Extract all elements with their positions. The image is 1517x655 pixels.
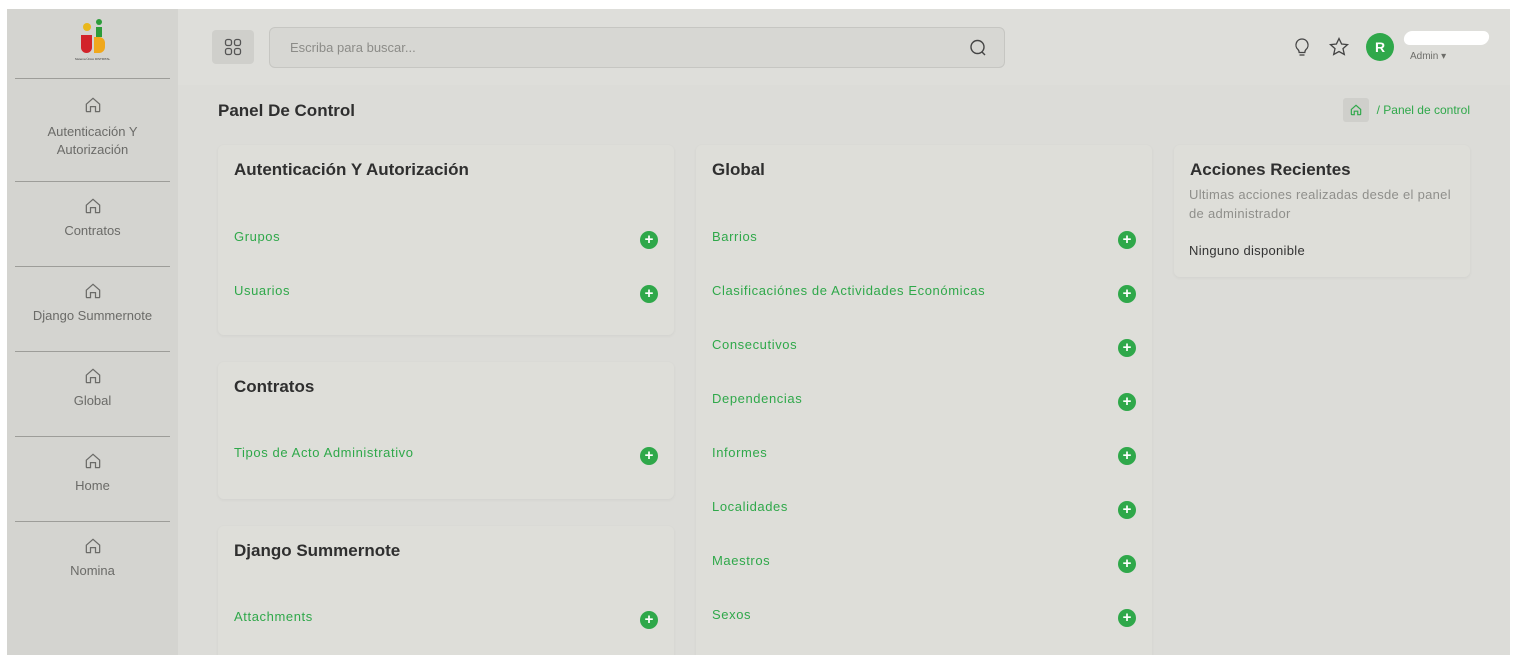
model-link[interactable]: Attachments	[234, 609, 313, 624]
model-link[interactable]: Informes	[712, 445, 767, 460]
logo: Sistema Único DISTRITAL	[75, 17, 111, 71]
sidebar-item-label: Global	[73, 393, 112, 408]
sidebar-item-django-summernote[interactable]: Django Summernote	[15, 267, 170, 352]
model-link[interactable]: Clasificaciónes de Actividades Económica…	[712, 283, 985, 298]
list-item: Grupos +	[234, 227, 658, 251]
recent-actions-card: Acciones Recientes Ultimas acciones real…	[1174, 145, 1470, 277]
topbar: R Admin ▾	[178, 9, 1510, 85]
contratos-card: Contratos Tipos de Acto Administrativo +	[218, 362, 674, 499]
home-icon	[85, 198, 100, 214]
search-icon[interactable]	[968, 38, 988, 58]
logo-green-dot	[95, 18, 102, 25]
summernote-card: Django Summernote Attachments +	[218, 526, 674, 655]
auth-card: Autenticación Y Autorización Grupos + Us…	[218, 145, 674, 335]
add-button[interactable]: +	[640, 285, 658, 303]
card-title: Contratos	[234, 377, 315, 396]
card-title: Autenticación Y Autorización	[234, 160, 469, 179]
sidebar-item-home[interactable]: Home	[15, 437, 170, 522]
breadcrumb-current[interactable]: / Panel de control	[1377, 103, 1470, 117]
model-link[interactable]: Consecutivos	[712, 337, 797, 352]
list-item: Usuarios +	[234, 281, 658, 305]
list-item: Clasificaciónes de Actividades Económica…	[712, 281, 1136, 305]
sidebar-item-label: Django Summernote	[32, 308, 153, 323]
model-link[interactable]: Tipos de Acto Administrativo	[234, 445, 414, 460]
add-button[interactable]: +	[1118, 393, 1136, 411]
list-item: Maestros +	[712, 551, 1136, 575]
list-item: Consecutivos +	[712, 335, 1136, 359]
model-link[interactable]: Sexos	[712, 607, 751, 622]
sidebar-item-contratos[interactable]: Contratos	[15, 182, 170, 267]
sidebar-item-label: Contratos	[64, 223, 121, 238]
search-bar	[269, 27, 1005, 68]
home-icon	[85, 453, 100, 469]
home-icon	[85, 538, 100, 554]
logo-area[interactable]: Sistema Único DISTRITAL	[15, 9, 170, 79]
card-title: Django Summernote	[234, 541, 401, 560]
model-link[interactable]: Usuarios	[234, 283, 290, 298]
card-subtitle: Ultimas acciones realizadas desde el pan…	[1189, 187, 1451, 221]
list-item: Informes +	[712, 443, 1136, 467]
list-item: Barrios +	[712, 227, 1136, 251]
apps-button[interactable]	[212, 30, 254, 64]
model-link[interactable]: Maestros	[712, 553, 770, 568]
list-item: Tipos de Acto Administrativo +	[234, 443, 658, 467]
sidebar-item-global[interactable]: Global	[15, 352, 170, 437]
sidebar-item-nomina[interactable]: Nomina	[15, 522, 170, 607]
logo-green-bar	[95, 26, 102, 37]
home-icon	[85, 97, 100, 113]
breadcrumb: / Panel de control	[1342, 98, 1470, 122]
add-button[interactable]: +	[1118, 231, 1136, 249]
home-icon	[85, 283, 100, 299]
add-button[interactable]: +	[1118, 285, 1136, 303]
lightbulb-icon[interactable]	[1291, 36, 1313, 58]
logo-text: Sistema Único DISTRITAL	[74, 56, 111, 61]
user-role-dropdown[interactable]: Admin ▾	[1410, 51, 1446, 62]
sidebar-item-autenticacion[interactable]: Autenticación Y Autorización	[15, 79, 170, 182]
user-name-redacted[interactable]	[1402, 31, 1491, 45]
add-button[interactable]: +	[1118, 555, 1136, 573]
page-title: Panel De Control	[218, 101, 355, 120]
sidebar-item-label: Nomina	[70, 563, 115, 578]
add-button[interactable]: +	[640, 231, 658, 249]
user-avatar[interactable]: R	[1366, 33, 1394, 61]
add-button[interactable]: +	[640, 447, 658, 465]
home-icon	[85, 368, 100, 384]
grid-icon	[224, 38, 242, 56]
sidebar-item-label: Autenticación Y Autorización	[47, 124, 138, 157]
global-card: Global Barrios + Clasificaciónes de Acti…	[696, 145, 1152, 655]
sidebar: Sistema Único DISTRITAL Autenticación Y …	[7, 9, 178, 655]
model-link[interactable]: Localidades	[712, 499, 788, 514]
add-button[interactable]: +	[1118, 501, 1136, 519]
list-item: Dependencias +	[712, 389, 1136, 413]
home-icon	[1350, 104, 1361, 116]
add-button[interactable]: +	[1118, 447, 1136, 465]
card-title: Global	[712, 160, 765, 179]
empty-state-text: Ninguno disponible	[1189, 243, 1305, 258]
add-button[interactable]: +	[1118, 339, 1136, 357]
sidebar-item-label: Home	[75, 478, 110, 493]
model-link[interactable]: Grupos	[234, 229, 280, 244]
logo-red-shape	[80, 34, 92, 53]
add-button[interactable]: +	[640, 611, 658, 629]
add-button[interactable]: +	[1118, 609, 1136, 627]
admin-app: Sistema Único DISTRITAL Autenticación Y …	[7, 9, 1510, 655]
logo-orange-shape	[93, 36, 105, 53]
breadcrumb-home-button[interactable]	[1342, 98, 1369, 122]
card-title: Acciones Recientes	[1190, 160, 1351, 179]
model-link[interactable]: Dependencias	[712, 391, 802, 406]
list-item: Attachments +	[234, 607, 658, 631]
list-item: Localidades +	[712, 497, 1136, 521]
list-item: Sexos +	[712, 605, 1136, 629]
model-link[interactable]: Barrios	[712, 229, 757, 244]
star-icon[interactable]	[1328, 36, 1350, 58]
logo-yellow-dot	[82, 22, 91, 31]
search-input[interactable]	[270, 28, 930, 67]
